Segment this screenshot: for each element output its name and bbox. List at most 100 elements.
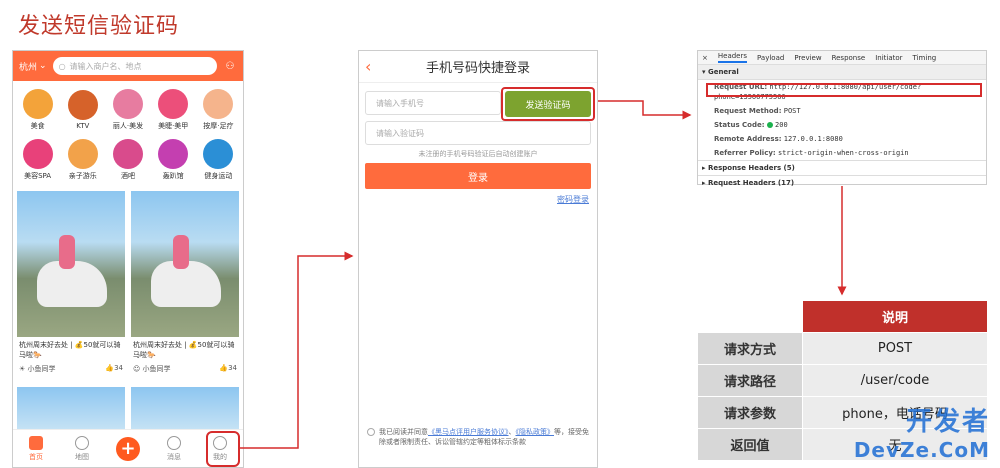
tab-initiator[interactable]: Initiator [875,54,902,62]
phone-input[interactable]: 请输入手机号 [365,91,501,115]
tab-headers[interactable]: Headers [717,52,748,63]
category-massage[interactable]: 按摩·足疗 [196,85,241,135]
password-login-link[interactable]: 密码登录 [557,194,589,205]
category-label: 酒吧 [120,172,135,180]
massage-icon [203,89,234,119]
home-header: 杭州 ⌄ ○ 请输入商户名、地点 ⚇ [13,51,243,81]
like-count[interactable]: 👍34 [219,364,237,374]
category-label: 美食 [30,122,45,130]
table-key: 返回值 [697,428,803,461]
login-title: 手机号码快捷登录 [425,61,530,76]
tab-payload[interactable]: Payload [757,54,784,62]
tab-add[interactable]: + [108,436,148,461]
blog-list-more [17,387,239,431]
service-agreement-link[interactable]: 《黑马点评用户服务协议》 [428,428,509,436]
close-icon[interactable]: × [702,54,708,62]
category-ktv[interactable]: KTV [60,85,105,135]
slide: 发送短信验证码 杭州 ⌄ ○ 请输入商户名、地点 ⚇ 美食 KTV 丽人·美发 美睫… [0,0,1000,468]
author-label: 小鱼同学 [27,365,56,373]
agree-checkbox[interactable] [367,428,375,436]
status-code-value: 200 [775,121,788,129]
category-bar[interactable]: 酒吧 [105,135,150,185]
watermark: 开发者 DevZe.CoM [854,401,990,462]
response-headers-toggle[interactable]: ▸ Response Headers (5) [698,160,986,175]
mine-highlight [206,431,240,467]
tab-message[interactable]: 消息 [154,435,194,462]
blog-image[interactable] [17,387,125,431]
blog-text: 杭州周末好去处 | 💰50就可以骑马啦🐎 [19,341,121,359]
hair-icon [112,89,143,119]
like-count[interactable]: 👍34 [105,364,123,374]
category-hair[interactable]: 丽人·美发 [105,85,150,135]
tab-map[interactable]: 地图 [62,435,102,462]
general-section-toggle[interactable]: ▾ General [698,65,986,80]
food-icon [22,89,53,119]
tab-preview[interactable]: Preview [794,54,821,62]
agree-separator: 、 [508,428,516,436]
table-value: /user/code [802,364,988,397]
referrer-policy-key: Referrer Policy: [714,149,776,157]
tab-timing[interactable]: Timing [913,54,937,62]
request-headers-toggle[interactable]: ▸ Request Headers (17) [698,175,986,190]
blog-image [17,191,125,337]
referrer-policy-value: strict-origin-when-cross-origin [777,149,909,157]
category-kids[interactable]: 亲子游乐 [60,135,105,185]
login-button[interactable]: 登录 [365,163,591,189]
send-code-highlight [501,87,595,121]
home-icon [29,435,43,450]
blog-text: 杭州周末好去处 | 💰50就可以骑马啦🐎 [133,341,235,359]
back-icon[interactable]: ‹ [365,57,371,76]
tab-label: 首页 [29,452,43,461]
devtools-tabs: × Headers Payload Preview Response Initi… [698,51,986,65]
author-name: ☺ 小鱼同学 [133,365,171,373]
search-input[interactable]: ○ 请输入商户名、地点 [52,57,217,75]
category-food[interactable]: 美食 [15,85,60,135]
status-code-row: Status Code: 200 [698,118,986,132]
agreement: 我已阅读并同意《黑马点评用户服务协议》、《隐私政策》等，接受免除或者限制责任、诉… [367,427,593,447]
category-label: 轰趴馆 [162,172,184,180]
tab-response[interactable]: Response [832,54,866,62]
search-placeholder: 请输入商户名、地点 [69,61,142,71]
table-row: 请求路径/user/code [697,364,988,397]
tab-home[interactable]: 首页 [16,435,56,462]
blog-card[interactable]: 杭州周末好去处 | 💰50就可以骑马啦🐎 ☺ 小鱼同学 👍34 [131,191,239,387]
table-key: 请求参数 [697,396,803,429]
mask-icon [158,139,189,169]
city-label: 杭州 [19,62,38,73]
microphone-icon [67,90,98,120]
cocktail-icon [112,139,143,169]
remote-address-value: 127.0.0.1:8080 [783,135,843,143]
referrer-policy-row: Referrer Policy: strict-origin-when-cros… [698,146,986,160]
blog-card[interactable]: 杭州周末好去处 | 💰50就可以骑马啦🐎 ☀ 小鱼同学 👍34 [17,191,125,387]
status-code-key: Status Code: [714,121,765,129]
tab-label: 地图 [75,452,89,461]
nail-icon [158,89,189,119]
privacy-policy-link[interactable]: 《隐私政策》 [516,428,555,436]
category-nails[interactable]: 美睫·美甲 [151,85,196,135]
login-header: ‹ 手机号码快捷登录 [359,51,597,83]
category-party[interactable]: 轰趴馆 [151,135,196,185]
spa-icon [22,139,53,169]
blog-image[interactable] [131,387,239,431]
city-selector[interactable]: 杭州 ⌄ [19,60,47,73]
code-input[interactable]: 请输入验证码 [365,121,591,145]
category-label: 亲子游乐 [68,172,97,180]
slide-title: 发送短信验证码 [18,14,180,39]
devtools-panel: × Headers Payload Preview Response Initi… [697,50,987,187]
home-screen: 杭州 ⌄ ○ 请输入商户名、地点 ⚇ 美食 KTV 丽人·美发 美睫·美甲 按摩·足… [12,50,244,468]
login-screen: ‹ 手机号码快捷登录 请输入手机号 发送验证码 请输入验证码 未注册的手机号码验… [358,50,598,468]
user-icon[interactable]: ⚇ [223,61,237,72]
chevron-down-icon: ⌄ [39,61,47,71]
category-fitness[interactable]: 健身运动 [196,135,241,185]
register-hint: 未注册的手机号码验证后自动创建账户 [418,150,538,158]
table-corner [697,300,803,333]
request-method-key: Request Method: [714,107,782,115]
status-ok-icon [766,122,773,128]
request-method-value: POST [783,107,801,115]
request-method-row: Request Method: POST [698,104,986,118]
request-url-highlight [706,83,982,97]
agree-prefix: 我已阅读并同意 [379,428,428,436]
category-spa[interactable]: 美容SPA [15,135,60,185]
blog-image [131,191,239,337]
watermark-line1: 开发者 [905,407,990,437]
